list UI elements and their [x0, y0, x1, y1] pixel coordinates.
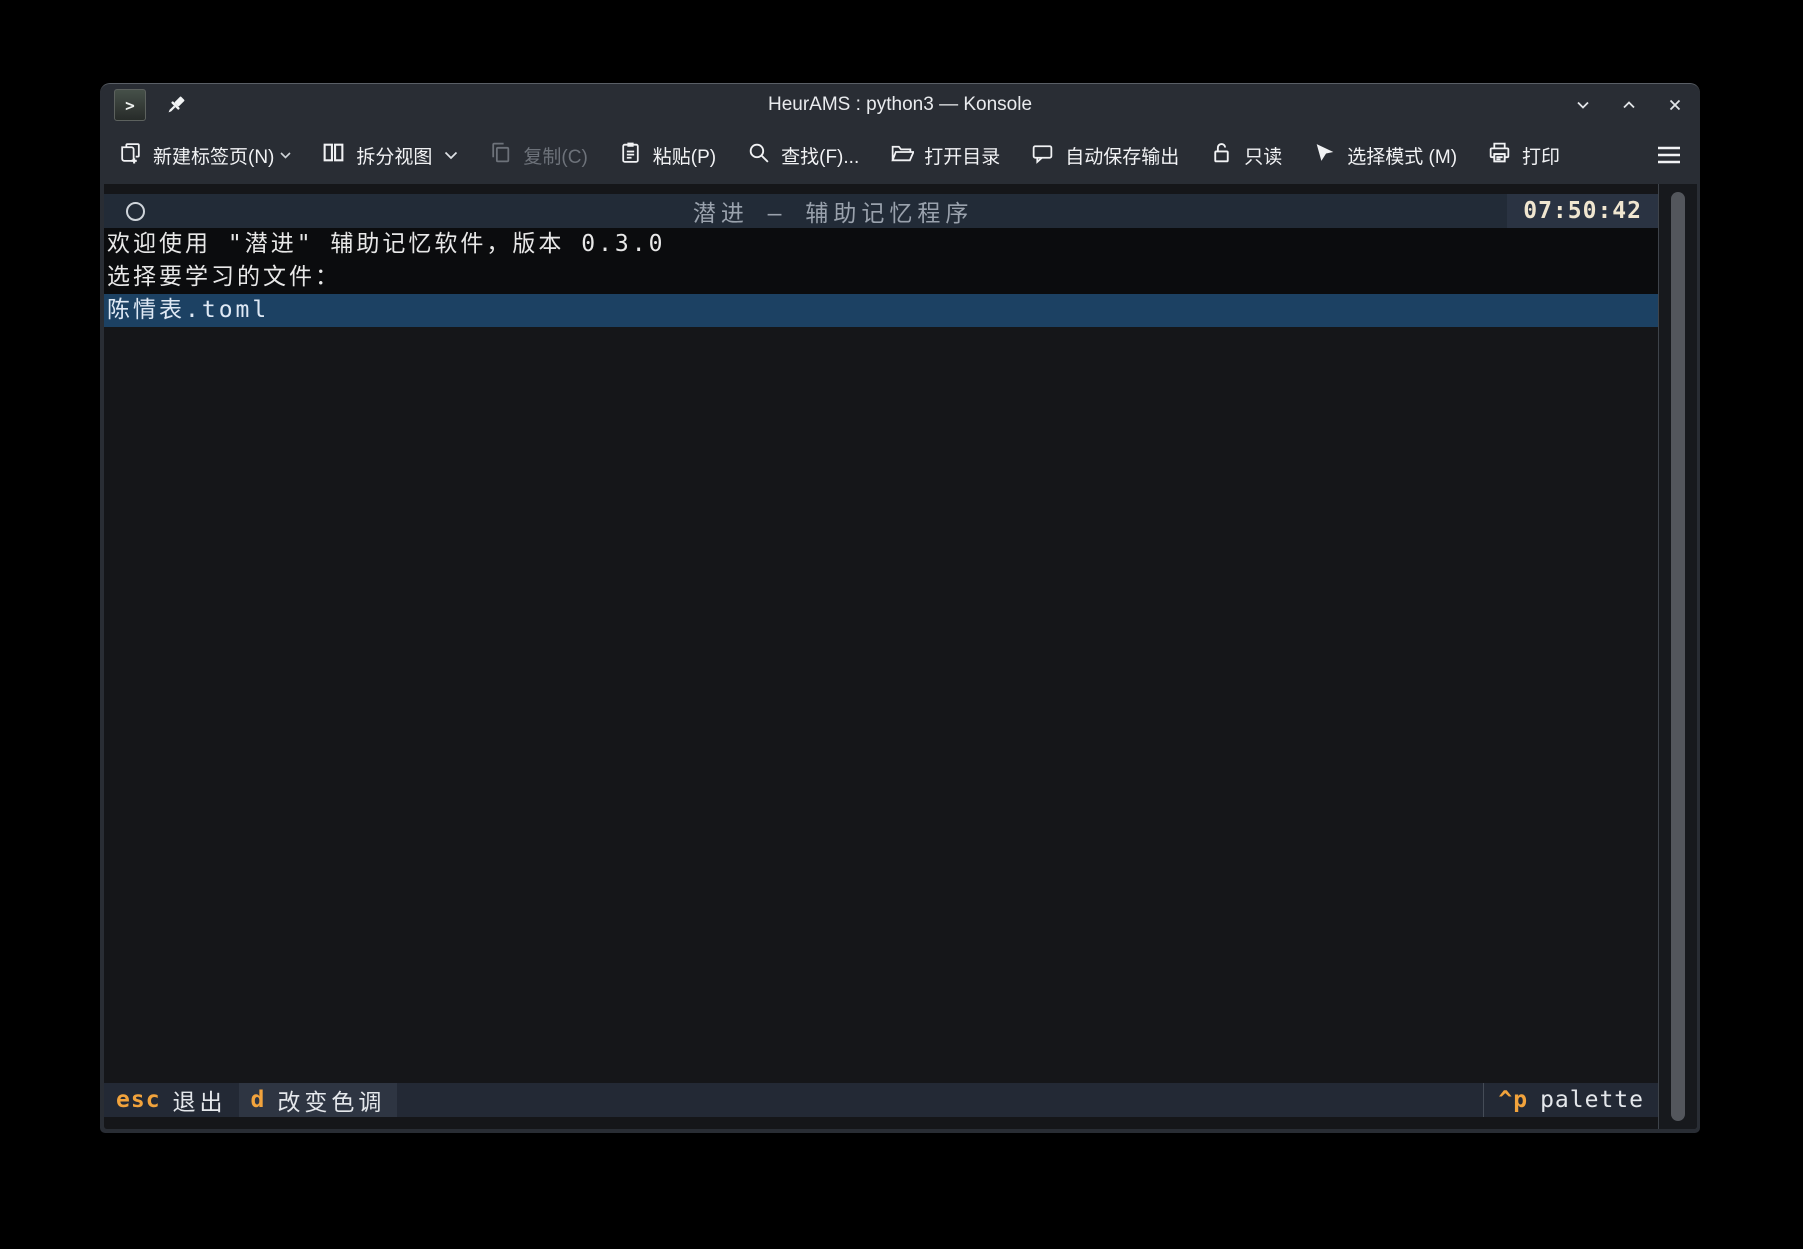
print-button[interactable]: 打印 — [1487, 140, 1560, 171]
copy-label: 复制(C) — [523, 142, 587, 169]
select-mode-button[interactable]: 选择模式 (M) — [1312, 140, 1457, 171]
open-directory-button[interactable]: 打开目录 — [889, 140, 1000, 171]
list-item[interactable]: 陈情表.toml — [104, 294, 1658, 327]
window-title: HeurAMS : python3 — Konsole — [100, 94, 1700, 116]
paste-label: 粘贴(P) — [653, 142, 716, 169]
welcome-text: 欢迎使用 "潜进" 辅助记忆软件，版本 0.3.0 选择要学习的文件： — [104, 228, 1658, 294]
output-bubble-icon — [1030, 140, 1055, 171]
lock-open-icon — [1209, 140, 1234, 171]
file-list: 陈情表.toml — [104, 294, 1658, 327]
key-badge: d — [251, 1087, 266, 1113]
print-label: 打印 — [1522, 142, 1560, 169]
maximize-button[interactable] — [1618, 94, 1640, 116]
binding-label: 改变色调 — [277, 1083, 385, 1117]
terminal-scrollbar[interactable] — [1658, 184, 1697, 1129]
tui-app: 潜进 – 辅助记忆程序 07:50:42 欢迎使用 "潜进" 辅助记忆软件，版本… — [104, 184, 1658, 1129]
titlebar[interactable]: > HeurAMS : python3 — Konsole — [100, 84, 1700, 126]
footer-binding-quit[interactable]: esc 退出 — [104, 1083, 239, 1117]
select-cursor-icon — [1312, 140, 1337, 171]
tui-header: 潜进 – 辅助记忆程序 07:50:42 — [104, 194, 1658, 228]
close-button[interactable] — [1664, 94, 1686, 116]
terminal-prompt-icon[interactable]: > — [114, 89, 146, 121]
key-badge: ^p — [1498, 1087, 1528, 1113]
header-clock: 07:50:42 — [1507, 194, 1658, 228]
tui-footer: esc 退出 d 改变色调 ^p palette — [104, 1083, 1658, 1117]
split-view-button[interactable]: 拆分视图 — [321, 140, 458, 171]
read-only-label: 只读 — [1244, 142, 1282, 169]
footer-palette-binding[interactable]: ^p palette — [1483, 1083, 1658, 1117]
split-view-label: 拆分视图 — [356, 142, 432, 169]
pin-icon[interactable] — [164, 93, 188, 117]
konsole-window: > HeurAMS : python3 — Konsole — [100, 83, 1700, 1133]
printer-icon — [1487, 140, 1512, 171]
find-button[interactable]: 查找(F)... — [746, 140, 859, 171]
prompt-line: 选择要学习的文件： — [104, 261, 1658, 294]
header-circle-icon[interactable] — [126, 202, 145, 221]
read-only-button[interactable]: 只读 — [1209, 140, 1282, 171]
terminal-view[interactable]: 潜进 – 辅助记忆程序 07:50:42 欢迎使用 "潜进" 辅助记忆软件，版本… — [104, 184, 1697, 1129]
scrollbar-thumb[interactable] — [1671, 192, 1685, 1121]
paste-button[interactable]: 粘贴(P) — [618, 140, 716, 171]
copy-button: 复制(C) — [488, 140, 587, 171]
minimize-button[interactable] — [1572, 94, 1594, 116]
autosave-output-label: 自动保存输出 — [1065, 142, 1179, 169]
find-label: 查找(F)... — [781, 142, 859, 169]
open-folder-icon — [889, 140, 914, 171]
binding-label: 退出 — [173, 1083, 227, 1117]
welcome-line: 欢迎使用 "潜进" 辅助记忆软件，版本 0.3.0 — [104, 228, 1658, 261]
split-view-icon — [321, 140, 346, 171]
terminal-empty-area — [104, 327, 1658, 1083]
search-icon — [746, 140, 771, 171]
chevron-down-icon[interactable] — [444, 144, 458, 166]
hamburger-menu-icon[interactable] — [1656, 144, 1682, 166]
copy-icon — [488, 140, 513, 171]
autosave-output-button[interactable]: 自动保存输出 — [1030, 140, 1179, 171]
tui-header-title: 潜进 – 辅助记忆程序 — [159, 194, 1507, 228]
new-tab-button[interactable]: 新建标签页(N) — [118, 140, 291, 171]
new-tab-icon — [118, 140, 143, 171]
chevron-down-icon[interactable] — [280, 143, 291, 165]
select-mode-label: 选择模式 (M) — [1347, 142, 1457, 169]
toolbar: 新建标签页(N) 拆分视图 — [100, 126, 1700, 184]
paste-icon — [618, 140, 643, 171]
open-directory-label: 打开目录 — [924, 142, 1000, 169]
binding-label: palette — [1540, 1087, 1644, 1113]
new-tab-label: 新建标签页(N) — [153, 142, 274, 169]
footer-binding-theme[interactable]: d 改变色调 — [239, 1083, 398, 1117]
key-badge: esc — [116, 1087, 161, 1113]
